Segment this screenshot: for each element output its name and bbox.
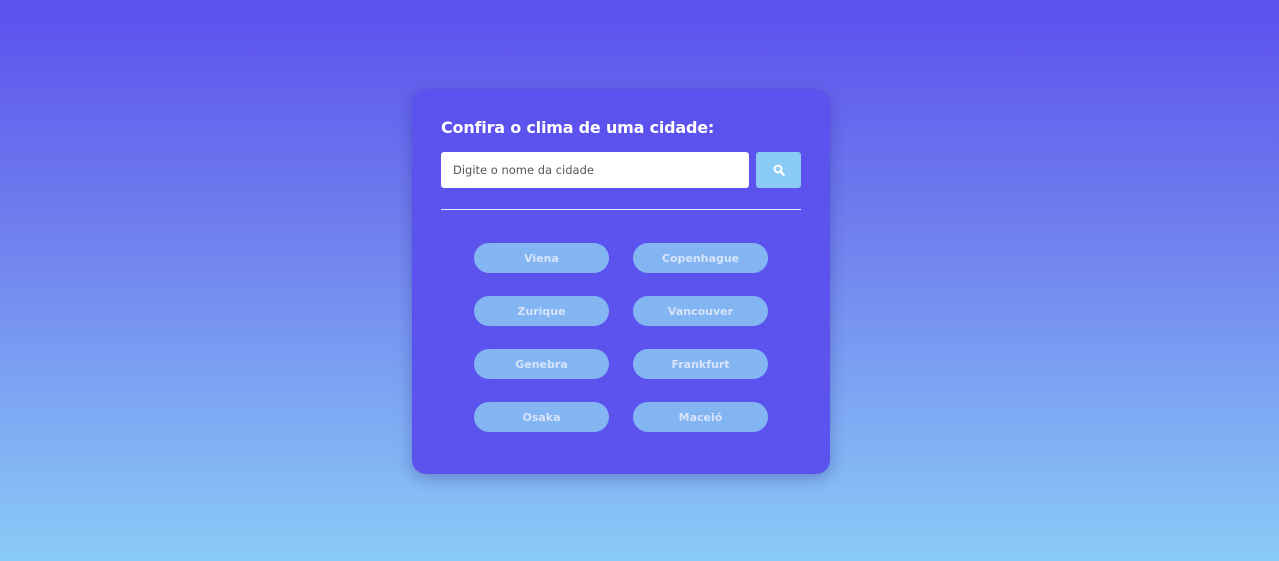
divider xyxy=(441,209,801,210)
city-button-frankfurt[interactable]: Frankfurt xyxy=(633,349,768,379)
card-title: Confira o clima de uma cidade: xyxy=(441,118,715,137)
city-button-osaka[interactable]: Osaka xyxy=(474,402,609,432)
city-search-input[interactable] xyxy=(441,152,749,188)
city-button-genebra[interactable]: Genebra xyxy=(474,349,609,379)
search-icon xyxy=(773,164,785,176)
city-button-vancouver[interactable]: Vancouver xyxy=(633,296,768,326)
search-row xyxy=(441,152,801,188)
city-button-maceio[interactable]: Maceió xyxy=(633,402,768,432)
city-button-zurique[interactable]: Zurique xyxy=(474,296,609,326)
city-buttons-grid: Viena Copenhague Zurique Vancouver Geneb… xyxy=(474,243,801,432)
search-button[interactable] xyxy=(756,152,801,188)
city-button-viena[interactable]: Viena xyxy=(474,243,609,273)
city-button-copenhague[interactable]: Copenhague xyxy=(633,243,768,273)
weather-search-card: Confira o clima de uma cidade: Viena Cop… xyxy=(412,89,830,474)
